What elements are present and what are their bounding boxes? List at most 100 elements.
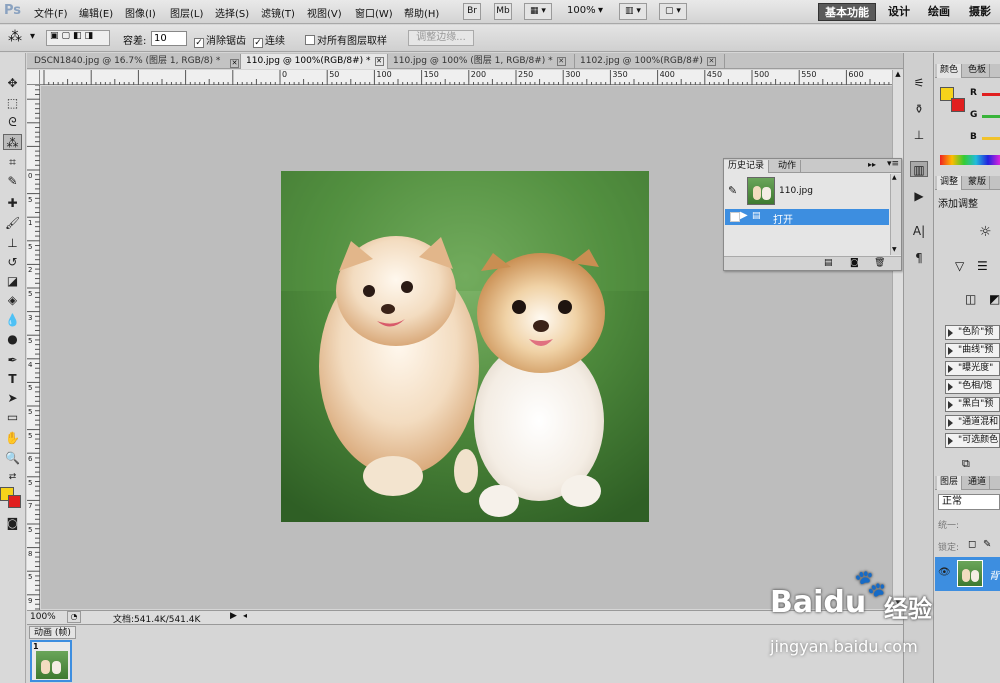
tab-masks[interactable]: 蒙版: [965, 176, 991, 190]
blend-mode-select[interactable]: 正常: [938, 494, 1000, 510]
tab-history[interactable]: 历史记录: [724, 160, 770, 173]
adjustment-footer-icon[interactable]: ⧉: [962, 457, 970, 471]
tab-layers[interactable]: 图层: [937, 476, 963, 490]
history-step-open[interactable]: ▶ ▤ 打开: [725, 209, 889, 226]
channel-mixer-icon[interactable]: ◫: [965, 292, 976, 306]
tab-110-layer[interactable]: 110.jpg @ 100% (图层 1, RGB/8#) * ✕: [388, 54, 575, 69]
blur-tool-icon[interactable]: 💧: [3, 312, 22, 328]
background-color-swatch[interactable]: [8, 495, 21, 508]
healing-brush-tool-icon[interactable]: ✚: [3, 195, 22, 211]
hue-saturation-icon[interactable]: ☰: [977, 259, 988, 273]
actions-panel-icon[interactable]: ▶: [910, 188, 928, 204]
green-slider[interactable]: [982, 115, 1000, 118]
clone-source-panel-icon[interactable]: ⚱: [910, 101, 928, 117]
mini-bridge-button[interactable]: Mb: [494, 3, 512, 20]
vertical-ruler[interactable]: 05152535455565758595: [27, 85, 40, 628]
tab-110-active[interactable]: 110.jpg @ 100%(RGB/8#) * ✕: [241, 54, 388, 69]
black-white-icon[interactable]: ◩: [989, 292, 1000, 306]
tab-animation[interactable]: 动画 (帧): [29, 626, 76, 639]
history-panel-icon[interactable]: ▥: [910, 161, 928, 177]
menu-select[interactable]: 选择(S): [215, 5, 249, 20]
color-spectrum[interactable]: [940, 155, 1000, 165]
color-bg-swatch[interactable]: [951, 98, 965, 112]
pen-tool-icon[interactable]: ✒: [3, 352, 22, 368]
contiguous-checkbox[interactable]: ✓ 连续: [253, 32, 285, 48]
status-zoom[interactable]: 100%: [30, 612, 56, 622]
vertical-scrollbar[interactable]: ▲ ▼: [892, 70, 903, 610]
refine-edge-button[interactable]: 调整边缘...: [408, 30, 474, 46]
animation-frame[interactable]: 1: [30, 640, 72, 682]
quick-mask-icon[interactable]: ◙: [3, 515, 22, 531]
all-layers-checkbox[interactable]: 对所有图层取样: [305, 32, 387, 47]
eyedropper-tool-icon[interactable]: ✎: [3, 173, 22, 189]
status-icon[interactable]: ◔: [67, 611, 81, 623]
paint-bucket-tool-icon[interactable]: ◈: [3, 292, 22, 308]
red-slider[interactable]: [982, 93, 1000, 96]
selection-mode-buttons[interactable]: ▣▢◧◨: [46, 30, 110, 46]
preset-dropdown-icon[interactable]: ▾: [30, 31, 35, 42]
preset-curves[interactable]: "曲线"预: [945, 343, 1000, 358]
blue-slider[interactable]: [982, 137, 1000, 140]
zoom-level-select[interactable]: 100%: [567, 5, 596, 16]
close-icon[interactable]: ✕: [374, 57, 384, 66]
close-icon[interactable]: ✕: [226, 55, 239, 68]
eraser-tool-icon[interactable]: ◪: [3, 273, 22, 289]
workspace-essentials[interactable]: 基本功能: [818, 3, 876, 21]
screen-mode-button[interactable]: ▢ ▾: [659, 3, 687, 20]
levels-icon[interactable]: ▽: [955, 259, 964, 273]
status-menu-arrow-icon[interactable]: ▶: [230, 611, 237, 621]
brush-tool-icon[interactable]: 🖌: [3, 215, 22, 231]
arrange-documents-button[interactable]: ▥ ▾: [619, 3, 647, 20]
path-selection-tool-icon[interactable]: ➤: [3, 390, 22, 406]
crop-tool-icon[interactable]: ⌗: [3, 154, 22, 170]
brush-source-icon[interactable]: ✎: [728, 184, 737, 197]
scroll-left-icon[interactable]: ◂: [243, 611, 247, 620]
menu-filter[interactable]: 滤镜(T): [261, 5, 295, 20]
workspace-photography[interactable]: 摄影: [964, 3, 996, 21]
shape-tool-icon[interactable]: ▭: [3, 409, 22, 425]
paragraph-panel-icon[interactable]: ¶: [910, 250, 928, 266]
preset-channel-mixer[interactable]: "通道混和: [945, 415, 1000, 430]
tool-presets-icon[interactable]: ⊥: [910, 127, 928, 143]
trash-icon[interactable]: 🗑: [874, 258, 885, 268]
scroll-up-icon[interactable]: ▲: [892, 174, 897, 181]
lock-transparent-icon[interactable]: ◻: [968, 539, 976, 550]
new-snapshot-icon[interactable]: ◙: [850, 258, 859, 268]
magic-wand-preset-icon[interactable]: ⁂: [8, 29, 22, 45]
view-extras-button[interactable]: ▦ ▾: [524, 3, 552, 20]
preset-black-white[interactable]: "黑白"预: [945, 397, 1000, 412]
tab-swatches[interactable]: 色板: [965, 64, 991, 78]
brightness-icon[interactable]: ☼: [979, 224, 992, 240]
history-snapshot[interactable]: ✎ 110.jpg: [725, 175, 889, 209]
workspace-design[interactable]: 设计: [884, 3, 914, 21]
tab-color[interactable]: 颜色: [937, 64, 963, 78]
character-panel-icon[interactable]: A|: [910, 223, 928, 239]
close-icon[interactable]: ✕: [706, 57, 716, 66]
antialias-checkbox[interactable]: ✓ 消除锯齿: [194, 32, 246, 48]
tab-adjustments[interactable]: 调整: [937, 176, 963, 190]
bridge-button[interactable]: Br: [463, 3, 481, 20]
history-brush-tool-icon[interactable]: ↺: [3, 254, 22, 270]
menu-view[interactable]: 视图(V): [307, 5, 342, 20]
marquee-tool-icon[interactable]: ⬚: [3, 95, 22, 111]
zoom-dropdown-icon[interactable]: ▾: [598, 5, 603, 16]
magic-wand-tool-icon[interactable]: ⁂: [3, 134, 22, 150]
preset-levels[interactable]: "色阶"预: [945, 325, 1000, 340]
zoom-tool-icon[interactable]: 🔍: [3, 450, 22, 466]
swap-colors-icon[interactable]: ⇄: [3, 469, 22, 485]
clone-stamp-tool-icon[interactable]: ⊥: [3, 235, 22, 251]
scroll-up-icon[interactable]: ▲: [894, 70, 902, 80]
type-tool-icon[interactable]: T: [3, 371, 22, 387]
preset-exposure[interactable]: "曝光度": [945, 361, 1000, 376]
hand-tool-icon[interactable]: ✋: [3, 430, 22, 446]
brushes-panel-icon[interactable]: ⚟: [910, 75, 928, 91]
move-tool-icon[interactable]: ✥: [3, 75, 22, 91]
tolerance-input[interactable]: [151, 31, 187, 46]
tab-1102[interactable]: 1102.jpg @ 100%(RGB/8#) ✕: [575, 54, 725, 69]
menu-file[interactable]: 文件(F): [34, 5, 68, 20]
horizontal-ruler[interactable]: 0501001502002503003504004505005506006507…: [40, 70, 958, 85]
menu-image[interactable]: 图像(I): [125, 5, 156, 20]
tab-dscn1840[interactable]: DSCN1840.jpg @ 16.7% (图层 1, RGB/8) *: [29, 54, 241, 69]
tab-actions[interactable]: 动作: [774, 160, 802, 173]
preset-selective-color[interactable]: "可选颜色: [945, 433, 1000, 448]
